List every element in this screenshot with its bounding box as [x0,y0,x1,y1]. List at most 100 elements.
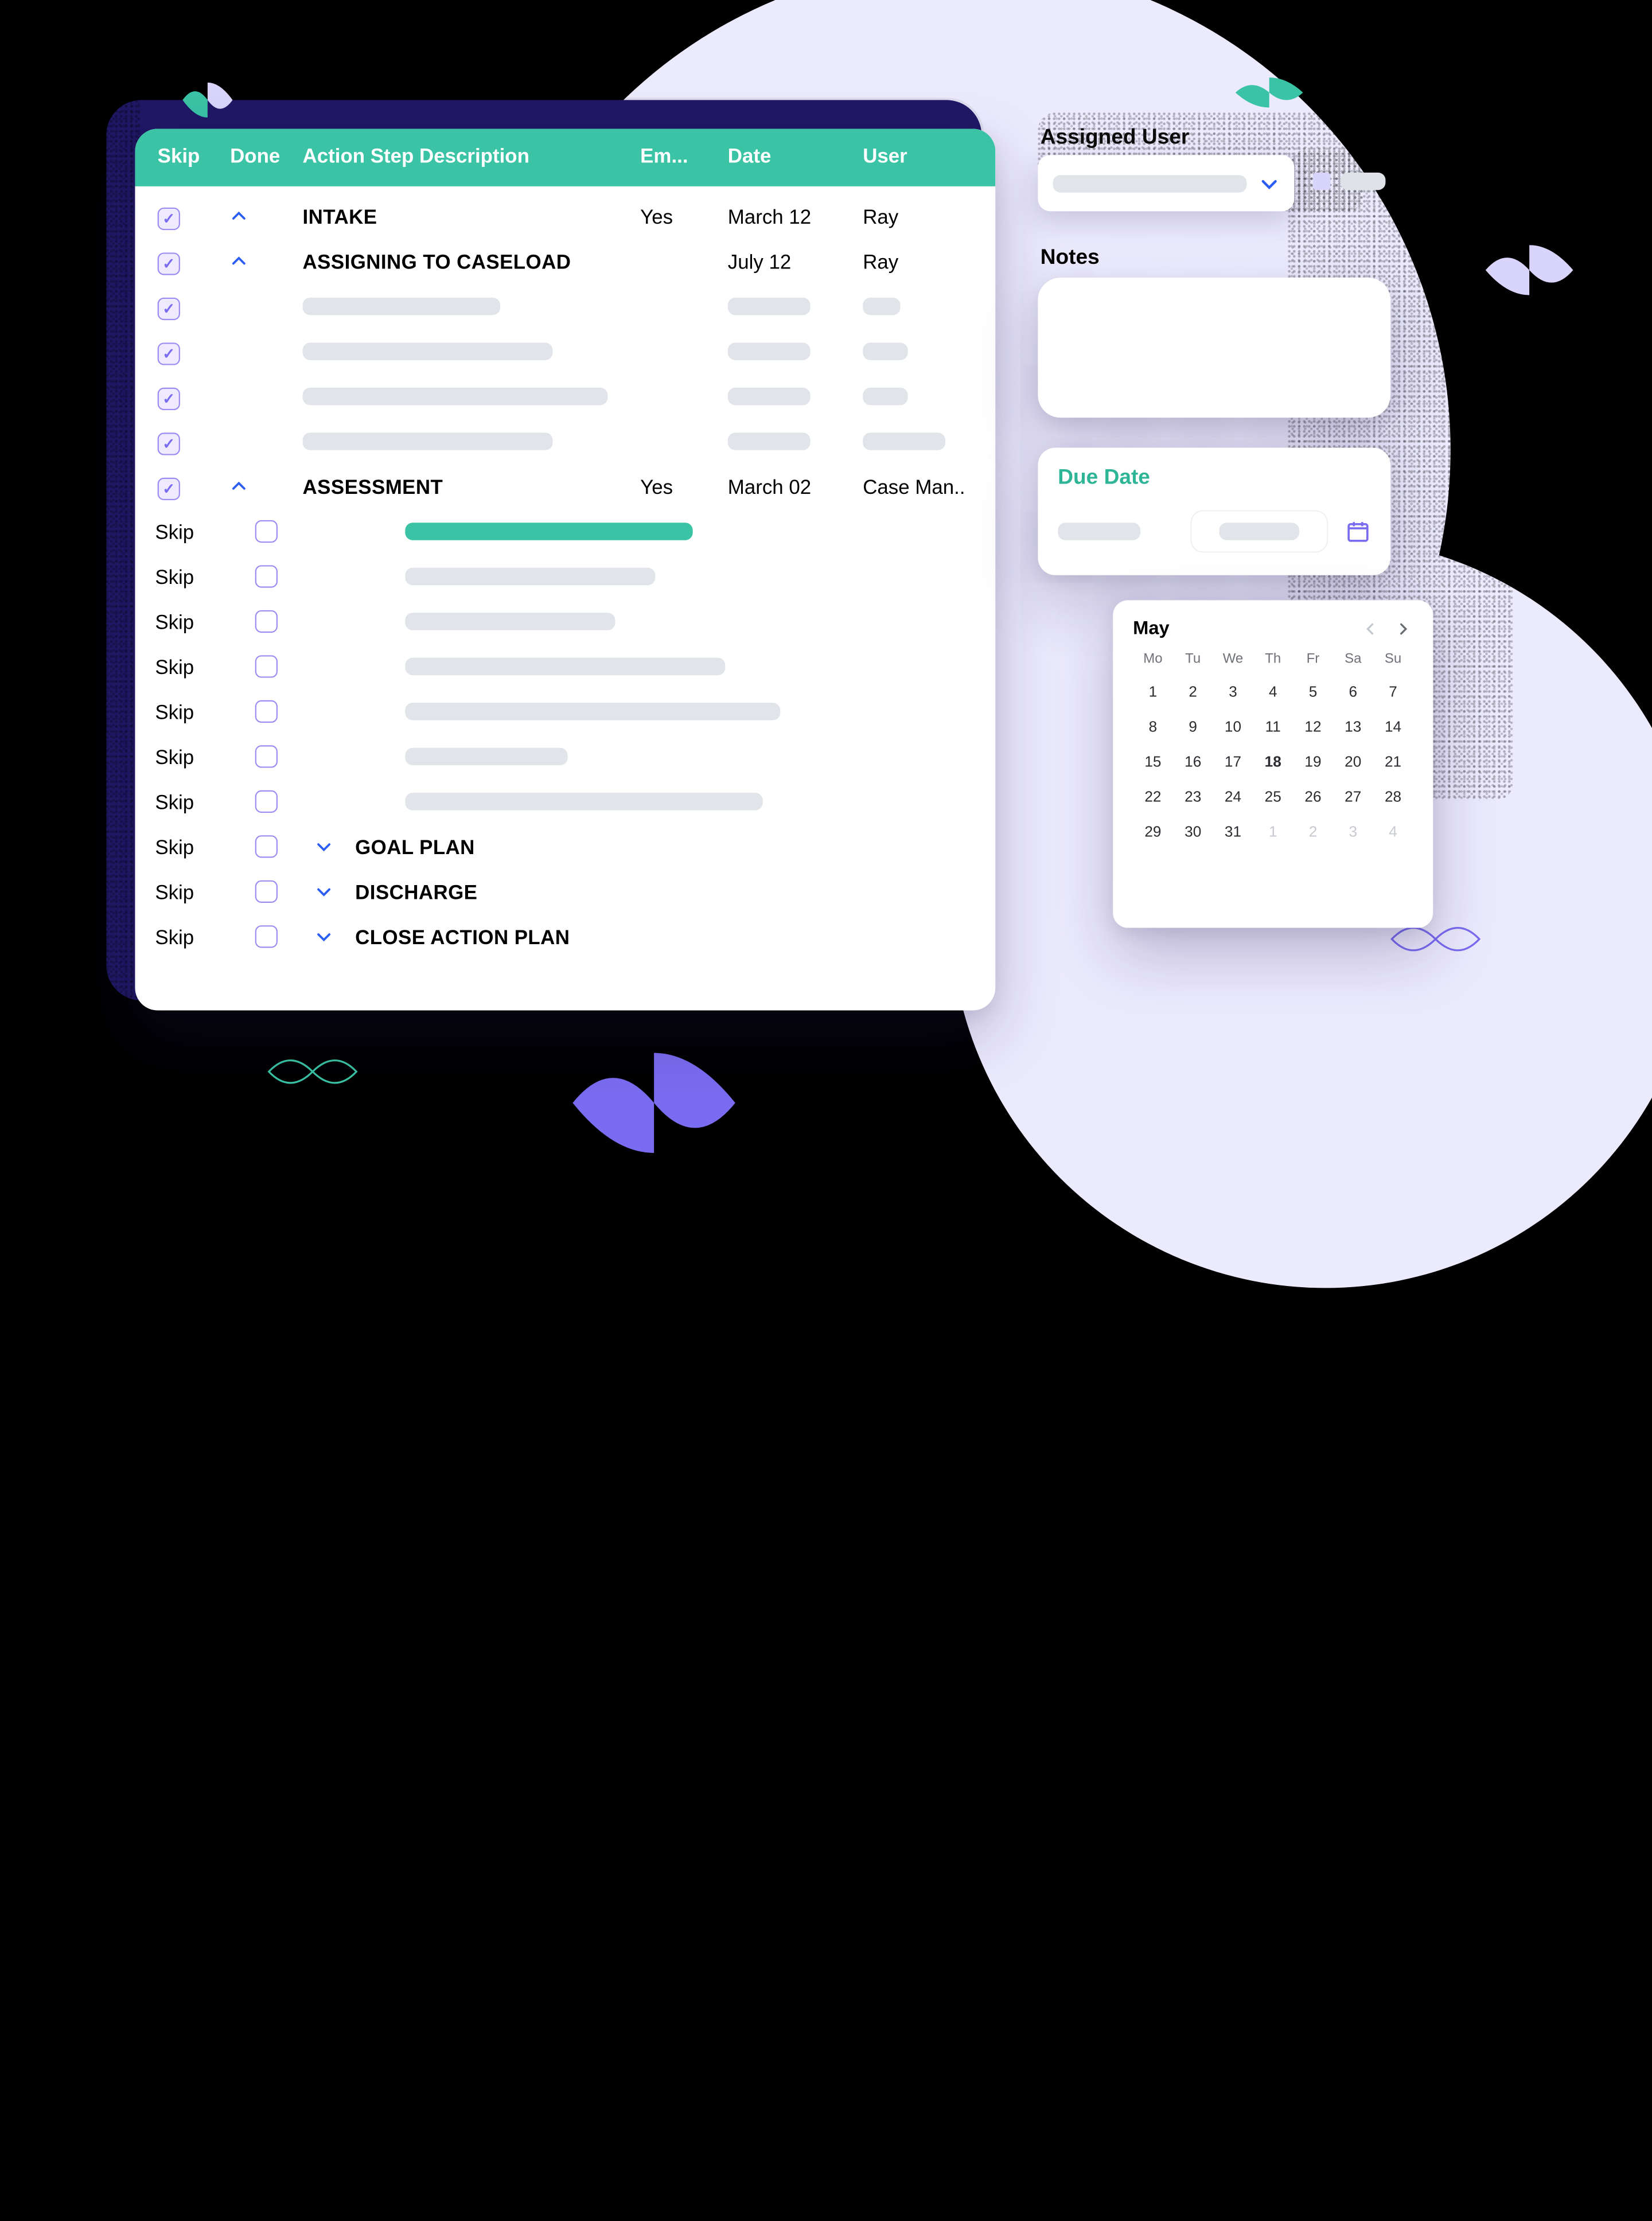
checkbox[interactable] [255,700,278,722]
calendar-day[interactable]: 1 [1253,814,1293,849]
checkbox[interactable] [255,925,278,947]
table-row: SkipCLOSE ACTION PLAN [135,917,995,961]
calendar-icon[interactable] [1346,519,1371,544]
checkbox[interactable] [158,432,180,455]
calendar-dow: Sa [1333,652,1373,667]
placeholder-bar [728,342,811,360]
date-cell: March 12 [728,208,863,230]
checkbox[interactable] [255,835,278,857]
calendar-day[interactable]: 3 [1213,674,1253,709]
assigned-user-select[interactable] [1038,155,1294,211]
calendar-day[interactable]: 2 [1173,674,1213,709]
checkbox[interactable] [158,388,180,410]
calendar-day[interactable]: 16 [1173,744,1213,779]
calendar-day[interactable]: 2 [1293,814,1333,849]
checkbox[interactable] [158,252,180,275]
placeholder-bar [863,387,907,405]
calendar-day[interactable]: 5 [1293,674,1333,709]
table-row: INTAKEYesMarch 12Ray [135,196,995,241]
calendar-day[interactable]: 29 [1133,814,1173,849]
chevron-down-icon[interactable] [315,837,333,855]
chevron-down-icon[interactable] [315,927,333,945]
checkbox[interactable] [255,745,278,767]
table-row [135,376,995,421]
calendar-day[interactable]: 1 [1133,674,1173,709]
calendar-dow: Su [1373,652,1413,667]
table-row: Skip [135,692,995,737]
checkbox[interactable] [158,208,180,230]
chevron-down-icon[interactable] [315,882,333,900]
chevron-up-icon[interactable] [230,207,248,225]
calendar-prev-button[interactable] [1361,618,1381,638]
calendar-next-button[interactable] [1393,618,1413,638]
placeholder-bar [303,387,608,405]
calendar-dow: Tu [1173,652,1213,667]
calendar-week: 22232425262728 [1133,779,1413,814]
calendar-day[interactable]: 31 [1213,814,1253,849]
em-cell: Yes [640,208,728,230]
calendar-day[interactable]: 17 [1213,744,1253,779]
user-cell: Ray [863,252,978,275]
calendar-day[interactable]: 24 [1213,779,1253,814]
calendar-day[interactable]: 7 [1373,674,1413,709]
notes-input[interactable] [1038,278,1390,418]
calendar-week: 15161718192021 [1133,744,1413,779]
calendar-day[interactable]: 18 [1253,744,1293,779]
checkbox[interactable] [158,342,180,365]
placeholder-bar [863,432,945,450]
checkbox[interactable] [255,654,278,677]
calendar-day[interactable]: 21 [1373,744,1413,779]
calendar-day[interactable]: 6 [1333,674,1373,709]
assigned-user-card [1038,155,1294,211]
placeholder-bar [405,657,725,675]
calendar-day[interactable]: 19 [1293,744,1333,779]
calendar-day[interactable]: 27 [1333,779,1373,814]
calendar-day[interactable]: 30 [1173,814,1213,849]
decor-chips [1313,173,1385,190]
section-title: CLOSE ACTION PLAN [355,928,978,950]
table-row: Skip [135,556,995,601]
calendar-dow: We [1213,652,1253,667]
calendar-day[interactable]: 12 [1293,709,1333,744]
checkbox[interactable] [255,520,278,542]
placeholder-bar [405,567,655,585]
calendar-day[interactable]: 10 [1213,709,1253,744]
col-user: User [863,146,978,169]
calendar-day[interactable]: 14 [1373,709,1413,744]
calendar-day[interactable]: 25 [1253,779,1293,814]
assigned-user-label: Assigned User [1041,125,1190,150]
calendar-day[interactable]: 13 [1333,709,1373,744]
calendar-month: May [1133,618,1170,639]
checkbox[interactable] [158,478,180,500]
calendar-day[interactable]: 23 [1173,779,1213,814]
skip-label: Skip [155,658,255,680]
calendar-day[interactable]: 15 [1133,744,1173,779]
table-row: SkipDISCHARGE [135,871,995,916]
calendar-day[interactable]: 4 [1373,814,1413,849]
checkbox[interactable] [255,790,278,812]
skip-label: Skip [155,613,255,635]
col-desc: Action Step Description [303,146,641,169]
checkbox[interactable] [255,610,278,632]
checkbox[interactable] [255,564,278,587]
leaf-icon [1236,77,1303,107]
calendar-day[interactable]: 3 [1333,814,1373,849]
calendar-day[interactable]: 28 [1373,779,1413,814]
calendar-day[interactable]: 9 [1173,709,1213,744]
calendar-day[interactable]: 11 [1253,709,1293,744]
calendar-day[interactable]: 20 [1333,744,1373,779]
due-date-input[interactable] [1190,510,1328,552]
chevron-up-icon[interactable] [230,477,248,495]
skip-label: Skip [155,568,255,590]
calendar-day[interactable]: 4 [1253,674,1293,709]
calendar-day[interactable]: 22 [1133,779,1173,814]
checkbox[interactable] [158,298,180,320]
chevron-up-icon[interactable] [230,252,248,270]
section-title: ASSIGNING TO CASELOAD [303,252,641,275]
calendar-day[interactable]: 26 [1293,779,1333,814]
section-title: DISCHARGE [355,883,978,905]
calendar-dow: Th [1253,652,1293,667]
calendar-day[interactable]: 8 [1133,709,1173,744]
calendar-week: 2930311234 [1133,814,1413,849]
checkbox[interactable] [255,880,278,902]
